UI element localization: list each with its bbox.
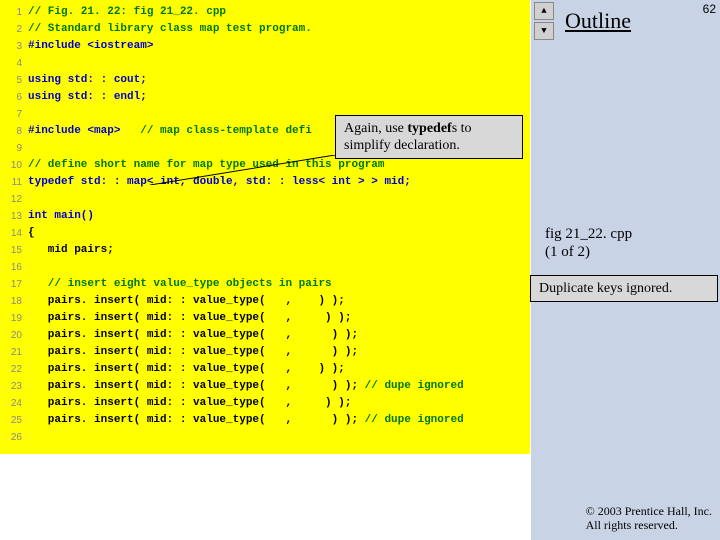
code-text: pairs. insert( mid: : value_type( , ) );… <box>28 378 464 395</box>
line-number: 6 <box>0 89 28 106</box>
copyright-line2: All rights reserved. <box>586 518 712 532</box>
code-line: 20 pairs. insert( mid: : value_type( , )… <box>0 327 530 344</box>
line-number: 14 <box>0 225 28 242</box>
line-number: 9 <box>0 140 28 157</box>
figure-label-line2: (1 of 2) <box>545 243 632 261</box>
line-number: 16 <box>0 259 28 276</box>
code-line: 1// Fig. 21. 22: fig 21_22. cpp <box>0 4 530 21</box>
nav-up-button[interactable]: ▲ <box>534 2 554 20</box>
line-number: 17 <box>0 276 28 293</box>
code-line: 13int main() <box>0 208 530 225</box>
code-line: 23 pairs. insert( mid: : value_type( , )… <box>0 378 530 395</box>
code-line: 16 <box>0 259 530 276</box>
code-text: #include <map> // map class-template def… <box>28 123 312 140</box>
code-text: #include <iostream> <box>28 38 153 55</box>
line-number: 23 <box>0 378 28 395</box>
code-line: 4 <box>0 55 530 72</box>
code-line: 18 pairs. insert( mid: : value_type( , )… <box>0 293 530 310</box>
callout-duplicate: Duplicate keys ignored. <box>530 275 718 302</box>
line-number: 7 <box>0 106 28 123</box>
line-number: 22 <box>0 361 28 378</box>
code-text: typedef std: : map< int, double, std: : … <box>28 174 411 191</box>
line-number: 3 <box>0 38 28 55</box>
code-line: 19 pairs. insert( mid: : value_type( , )… <box>0 310 530 327</box>
line-number: 18 <box>0 293 28 310</box>
nav-down-button[interactable]: ▼ <box>534 22 554 40</box>
line-number: 2 <box>0 21 28 38</box>
code-line: 6using std: : endl; <box>0 89 530 106</box>
code-text: pairs. insert( mid: : value_type( , ) ); <box>28 327 358 344</box>
code-line: 2// Standard library class map test prog… <box>0 21 530 38</box>
code-text: // define short name for map type used i… <box>28 157 384 174</box>
line-number: 10 <box>0 157 28 174</box>
code-line: 5using std: : cout; <box>0 72 530 89</box>
code-text: using std: : cout; <box>28 72 147 89</box>
code-line: 22 pairs. insert( mid: : value_type( , )… <box>0 361 530 378</box>
code-text: { <box>28 225 35 242</box>
code-line: 12 <box>0 191 530 208</box>
code-text: // Standard library class map test progr… <box>28 21 312 38</box>
line-number: 11 <box>0 174 28 191</box>
line-number: 19 <box>0 310 28 327</box>
code-text: pairs. insert( mid: : value_type( , ) );… <box>28 412 464 429</box>
code-line: 26 <box>0 429 530 446</box>
code-line: 17 // insert eight value_type objects in… <box>0 276 530 293</box>
code-text: // insert eight value_type objects in pa… <box>28 276 332 293</box>
line-number: 4 <box>0 55 28 72</box>
code-text: pairs. insert( mid: : value_type( , ) ); <box>28 395 351 412</box>
sidebar-panel <box>531 0 720 540</box>
code-line: 3#include <iostream> <box>0 38 530 55</box>
code-text: pairs. insert( mid: : value_type( , ) ); <box>28 310 351 327</box>
line-number: 21 <box>0 344 28 361</box>
figure-label: fig 21_22. cpp (1 of 2) <box>545 225 632 261</box>
code-line: 21 pairs. insert( mid: : value_type( , )… <box>0 344 530 361</box>
code-text: pairs. insert( mid: : value_type( , ) ); <box>28 344 358 361</box>
line-number: 25 <box>0 412 28 429</box>
page-number: 62 <box>703 2 716 16</box>
line-number: 8 <box>0 123 28 140</box>
code-text: int main() <box>28 208 94 225</box>
code-line: 14{ <box>0 225 530 242</box>
line-number: 26 <box>0 429 28 446</box>
copyright-notice: © 2003 Prentice Hall, Inc. All rights re… <box>586 504 712 532</box>
nav-buttons: ▲ ▼ <box>534 2 554 40</box>
code-line: 10// define short name for map type used… <box>0 157 530 174</box>
line-number: 12 <box>0 191 28 208</box>
line-number: 1 <box>0 4 28 21</box>
line-number: 13 <box>0 208 28 225</box>
code-text: using std: : endl; <box>28 89 147 106</box>
line-number: 5 <box>0 72 28 89</box>
code-listing: 1// Fig. 21. 22: fig 21_22. cpp2// Stand… <box>0 0 530 454</box>
code-text: mid pairs; <box>28 242 114 259</box>
code-line: 15 mid pairs; <box>0 242 530 259</box>
code-line: 24 pairs. insert( mid: : value_type( , )… <box>0 395 530 412</box>
callout-typedef: Again, use typedefs to simplify declarat… <box>335 115 523 159</box>
code-text: // Fig. 21. 22: fig 21_22. cpp <box>28 4 226 21</box>
line-number: 24 <box>0 395 28 412</box>
code-line: 25 pairs. insert( mid: : value_type( , )… <box>0 412 530 429</box>
code-text: pairs. insert( mid: : value_type( , ) ); <box>28 361 345 378</box>
outline-title: Outline <box>565 8 631 34</box>
line-number: 15 <box>0 242 28 259</box>
copyright-line1: © 2003 Prentice Hall, Inc. <box>586 504 712 518</box>
figure-label-line1: fig 21_22. cpp <box>545 225 632 243</box>
line-number: 20 <box>0 327 28 344</box>
code-line: 11typedef std: : map< int, double, std: … <box>0 174 530 191</box>
code-text: pairs. insert( mid: : value_type( , ) ); <box>28 293 345 310</box>
